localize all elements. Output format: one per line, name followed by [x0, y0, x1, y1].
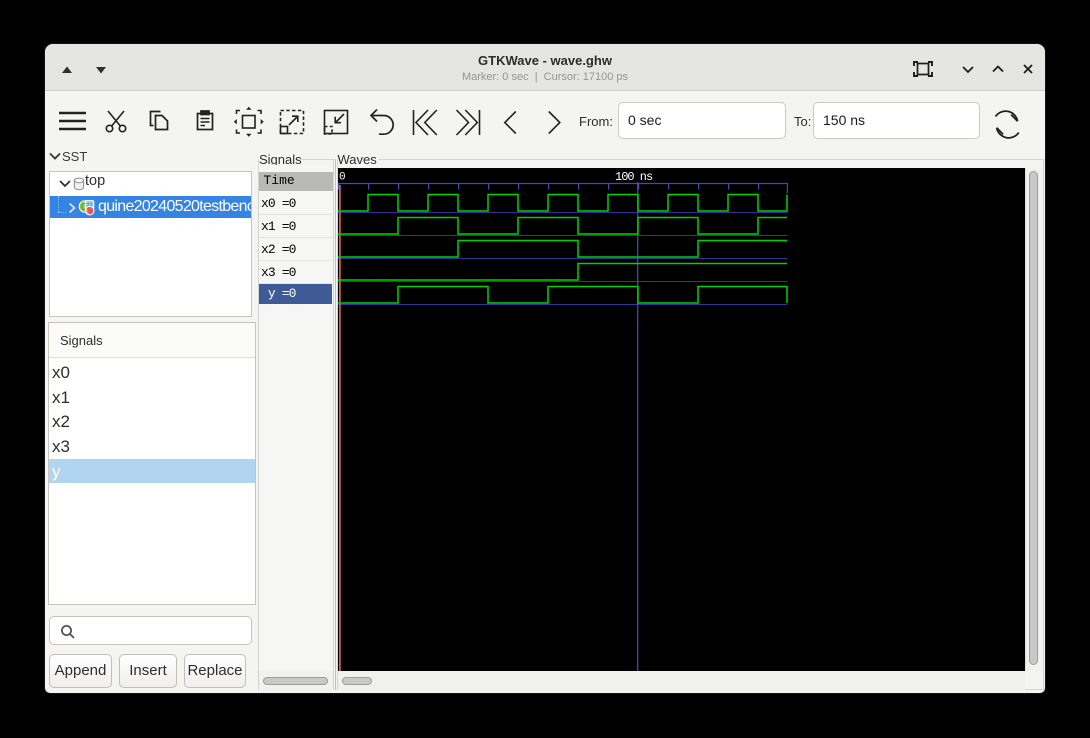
svg-text:0: 0 [339, 172, 345, 184]
svg-text:100 ns: 100 ns [615, 170, 653, 184]
